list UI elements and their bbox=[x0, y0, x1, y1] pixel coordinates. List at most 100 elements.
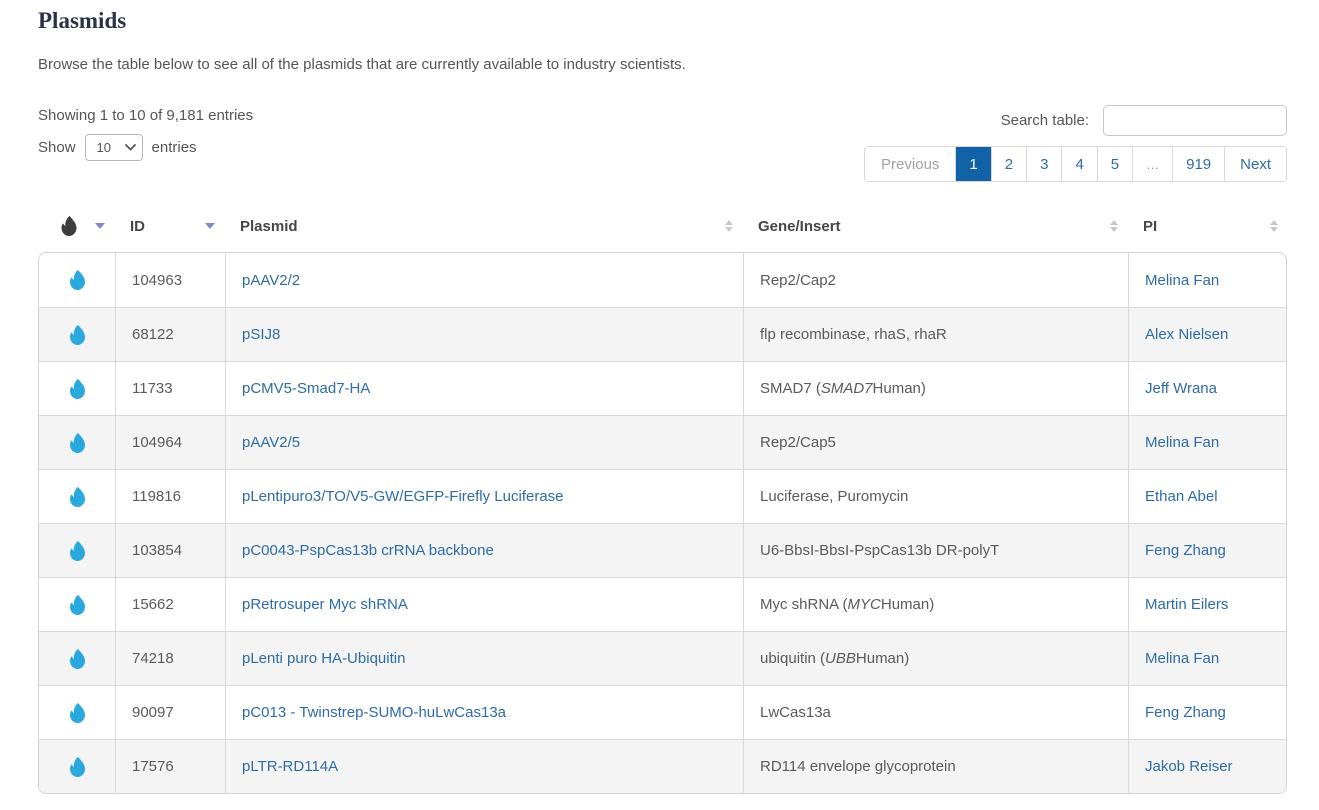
page-size-select[interactable]: 10 bbox=[85, 134, 143, 161]
pagination-page-button[interactable]: 5 bbox=[1097, 147, 1132, 181]
id-cell: 11733 bbox=[115, 361, 225, 415]
column-header-id[interactable]: ID bbox=[114, 218, 224, 235]
pagination-next-button[interactable]: Next bbox=[1224, 147, 1286, 181]
plasmid-link[interactable]: pRetrosuper Myc shRNA bbox=[242, 596, 408, 613]
showing-entries-text: Showing 1 to 10 of 9,181 entries bbox=[38, 107, 253, 124]
pagination: Previous 12345…919 Next bbox=[864, 146, 1287, 182]
plasmid-cell: pLentipuro3/TO/V5-GW/EGFP-Firefly Lucife… bbox=[225, 469, 743, 523]
plasmid-link[interactable]: pC013 - Twinstrep-SUMO-huLwCas13a bbox=[242, 704, 506, 721]
id-cell: 90097 bbox=[115, 685, 225, 739]
id-cell: 68122 bbox=[115, 307, 225, 361]
id-cell: 17576 bbox=[115, 739, 225, 793]
search-input[interactable] bbox=[1103, 105, 1287, 136]
flame-icon bbox=[69, 703, 86, 723]
column-header-pi[interactable]: PI bbox=[1127, 218, 1287, 235]
pi-cell: Melina Fan bbox=[1128, 253, 1287, 307]
column-label: ID bbox=[130, 218, 145, 235]
plasmid-link[interactable]: pC0043-PspCas13b crRNA backbone bbox=[242, 542, 494, 559]
table-row: 119816 pLentipuro3/TO/V5-GW/EGFP-Firefly… bbox=[39, 469, 1286, 523]
plasmid-cell: pRetrosuper Myc shRNA bbox=[225, 577, 743, 631]
plasmid-cell: pSIJ8 bbox=[225, 307, 743, 361]
plasmid-link[interactable]: pLTR-RD114A bbox=[242, 758, 338, 775]
pagination-page-button[interactable]: 2 bbox=[991, 147, 1026, 181]
pi-link[interactable]: Melina Fan bbox=[1145, 650, 1219, 667]
pagination-previous-button[interactable]: Previous bbox=[865, 147, 955, 181]
pagination-ellipsis: … bbox=[1132, 147, 1172, 181]
popularity-cell bbox=[39, 361, 115, 415]
column-label: Gene/Insert bbox=[758, 218, 841, 235]
popularity-cell bbox=[39, 469, 115, 523]
pi-link[interactable]: Melina Fan bbox=[1145, 434, 1219, 451]
plasmid-link[interactable]: pLenti puro HA-Ubiquitin bbox=[242, 650, 405, 667]
pi-link[interactable]: Alex Nielsen bbox=[1145, 326, 1228, 343]
plasmid-cell: pLTR-RD114A bbox=[225, 739, 743, 793]
plasmid-cell: pAAV2/2 bbox=[225, 253, 743, 307]
table-row: 74218 pLenti puro HA-Ubiquitin ubiquitin… bbox=[39, 631, 1286, 685]
plasmid-cell: pCMV5-Smad7-HA bbox=[225, 361, 743, 415]
pi-link[interactable]: Ethan Abel bbox=[1145, 488, 1218, 505]
column-label: PI bbox=[1143, 218, 1157, 235]
popularity-cell bbox=[39, 253, 115, 307]
pagination-page-button[interactable]: 1 bbox=[955, 147, 990, 181]
pi-cell: Jeff Wrana bbox=[1128, 361, 1287, 415]
plasmid-cell: pLenti puro HA-Ubiquitin bbox=[225, 631, 743, 685]
flame-icon bbox=[69, 433, 86, 453]
popularity-cell bbox=[39, 685, 115, 739]
plasmid-link[interactable]: pLentipuro3/TO/V5-GW/EGFP-Firefly Lucife… bbox=[242, 488, 564, 505]
show-label: Show bbox=[38, 139, 76, 156]
gene-insert-cell: Myc shRNA (MYC Human) bbox=[743, 577, 1128, 631]
id-cell: 104964 bbox=[115, 415, 225, 469]
sort-descending-icon bbox=[95, 223, 105, 229]
pi-cell: Alex Nielsen bbox=[1128, 307, 1287, 361]
column-header-plasmid[interactable]: Plasmid bbox=[224, 218, 742, 235]
flame-icon bbox=[69, 379, 86, 399]
column-header-gene-insert[interactable]: Gene/Insert bbox=[742, 218, 1127, 235]
pi-link[interactable]: Jeff Wrana bbox=[1145, 380, 1217, 397]
id-cell: 74218 bbox=[115, 631, 225, 685]
page-title: Plasmids bbox=[38, 8, 1287, 34]
flame-icon bbox=[69, 757, 86, 777]
plasmid-cell: pAAV2/5 bbox=[225, 415, 743, 469]
sort-unsorted-icon bbox=[1110, 220, 1118, 232]
flame-icon bbox=[69, 541, 86, 561]
gene-insert-cell: ubiquitin (UBB Human) bbox=[743, 631, 1128, 685]
pi-cell: Feng Zhang bbox=[1128, 685, 1287, 739]
popularity-cell bbox=[39, 577, 115, 631]
entries-label: entries bbox=[152, 139, 197, 156]
column-header-popularity[interactable] bbox=[38, 216, 114, 236]
sort-unsorted-icon bbox=[1270, 220, 1278, 232]
popularity-cell bbox=[39, 307, 115, 361]
pi-link[interactable]: Jakob Reiser bbox=[1145, 758, 1233, 775]
search-row: Search table: bbox=[1001, 105, 1287, 136]
flame-icon bbox=[60, 216, 78, 236]
plasmid-link[interactable]: pAAV2/5 bbox=[242, 434, 300, 451]
flame-icon bbox=[69, 649, 86, 669]
entries-controls: Showing 1 to 10 of 9,181 entries Show 10… bbox=[38, 105, 253, 161]
pi-link[interactable]: Feng Zhang bbox=[1145, 704, 1226, 721]
flame-icon bbox=[69, 487, 86, 507]
gene-insert-cell: U6-BbsI-BbsI-PspCas13b DR-polyT bbox=[743, 523, 1128, 577]
plasmid-link[interactable]: pAAV2/2 bbox=[242, 272, 300, 289]
plasmids-table-body: 104963 pAAV2/2 Rep2/Cap2 Melina Fan 6812… bbox=[38, 252, 1287, 794]
pi-link[interactable]: Feng Zhang bbox=[1145, 542, 1226, 559]
gene-insert-cell: LwCas13a bbox=[743, 685, 1128, 739]
pagination-page-button[interactable]: 3 bbox=[1026, 147, 1061, 181]
pagination-page-button[interactable]: 4 bbox=[1061, 147, 1096, 181]
pi-link[interactable]: Melina Fan bbox=[1145, 272, 1219, 289]
table-row: 17576 pLTR-RD114A RD114 envelope glycopr… bbox=[39, 739, 1286, 793]
search-label: Search table: bbox=[1001, 112, 1089, 129]
plasmid-cell: pC0043-PspCas13b crRNA backbone bbox=[225, 523, 743, 577]
plasmid-link[interactable]: pCMV5-Smad7-HA bbox=[242, 380, 370, 397]
table-row: 15662 pRetrosuper Myc shRNA Myc shRNA (M… bbox=[39, 577, 1286, 631]
pi-link[interactable]: Martin Eilers bbox=[1145, 596, 1228, 613]
page-size-select-wrap: 10 bbox=[85, 134, 143, 161]
pi-cell: Ethan Abel bbox=[1128, 469, 1287, 523]
pi-cell: Feng Zhang bbox=[1128, 523, 1287, 577]
flame-icon bbox=[69, 270, 86, 290]
plasmid-link[interactable]: pSIJ8 bbox=[242, 326, 280, 343]
id-cell: 103854 bbox=[115, 523, 225, 577]
gene-insert-cell: Rep2/Cap2 bbox=[743, 253, 1128, 307]
pagination-page-button[interactable]: 919 bbox=[1172, 147, 1224, 181]
flame-icon bbox=[69, 595, 86, 615]
gene-insert-cell: RD114 envelope glycoprotein bbox=[743, 739, 1128, 793]
